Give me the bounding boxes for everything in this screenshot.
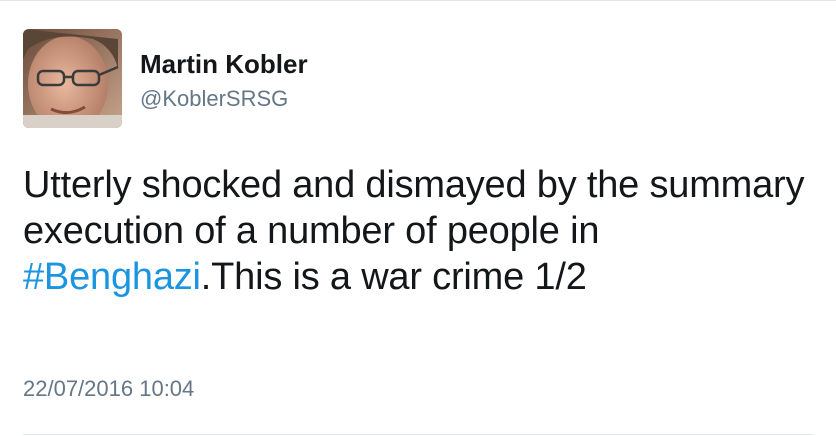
tweet-timestamp[interactable]: 22/07/2016 10:04 [23, 374, 194, 404]
tweet-text-tail: .This is a war crime 1/2 [200, 256, 587, 298]
profile-photo-icon [23, 29, 122, 128]
user-handle[interactable]: @KoblerSRSG [140, 84, 288, 114]
top-divider [0, 0, 836, 1]
display-name[interactable]: Martin Kobler [140, 47, 308, 81]
hashtag-link[interactable]: #Benghazi [23, 256, 201, 298]
tweet-text: Utterly shocked and dismayed by the summ… [23, 162, 823, 300]
avatar[interactable] [23, 29, 122, 128]
tweet-text-body: Utterly shocked and dismayed by the summ… [23, 164, 805, 252]
bottom-divider [23, 434, 813, 435]
